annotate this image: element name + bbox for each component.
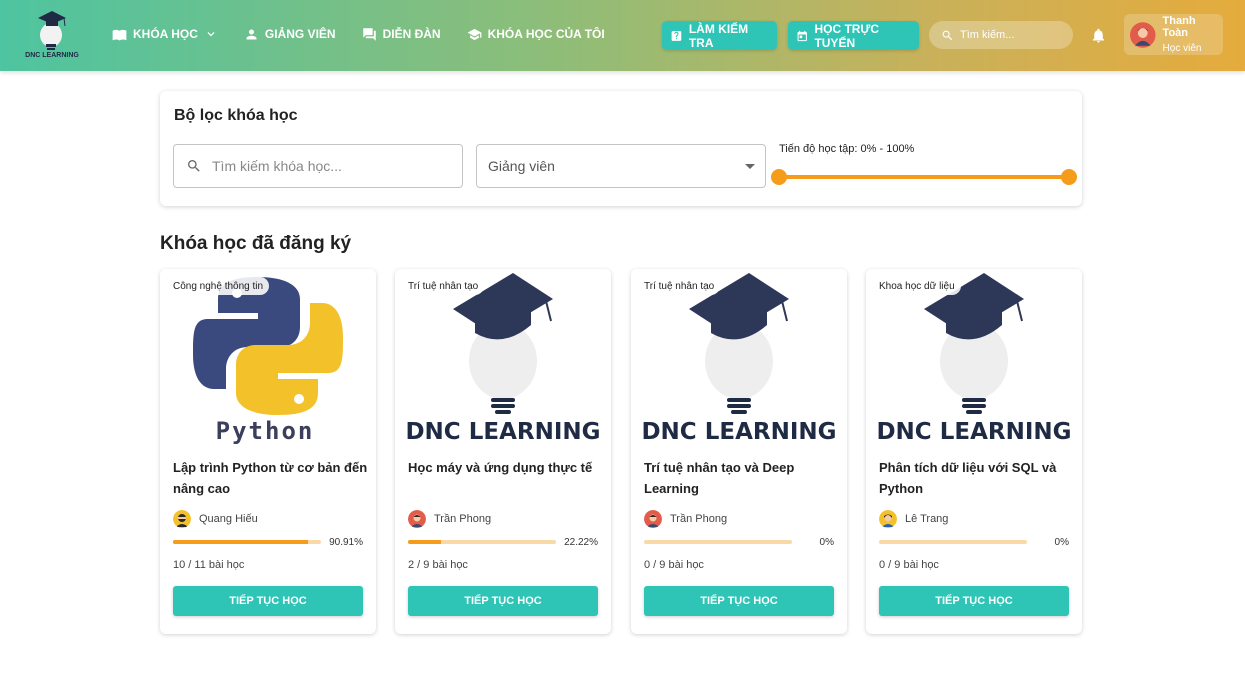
chevron-down-icon xyxy=(207,32,215,37)
lesson-count: 2 / 9 bài học xyxy=(408,559,468,571)
school-icon xyxy=(467,28,481,40)
course-search-input[interactable] xyxy=(212,158,452,174)
category-chip: Trí tuệ nhân tạo xyxy=(638,277,721,295)
nav-label: GIẢNG VIÊN xyxy=(264,27,336,41)
progress-range-track[interactable] xyxy=(779,175,1069,179)
nav-item-forum[interactable]: DIỄN ĐÀN xyxy=(362,24,441,44)
course-card[interactable]: DNC LEARNING Trí tuệ nhân tạo Học máy và… xyxy=(395,269,611,634)
instructor-select[interactable]: Giảng viên xyxy=(476,144,766,188)
nav-item-instructors[interactable]: GIẢNG VIÊN xyxy=(244,24,336,44)
course-image-text: DNC LEARNING xyxy=(641,419,836,445)
instructor-name: Trần Phong xyxy=(670,513,728,525)
continue-learning-button[interactable]: TIẾP TỤC HỌC xyxy=(408,586,598,616)
nav-label: KHÓA HỌC CỦA TÔI xyxy=(487,27,605,41)
instructor-name: Lê Trang xyxy=(905,513,949,525)
progress-percent: 0% xyxy=(1054,537,1069,548)
course-title[interactable]: Học máy và ứng dụng thực tế xyxy=(408,457,603,478)
instructor: Trần Phong xyxy=(644,510,727,528)
avatar xyxy=(1130,21,1156,48)
nav-label: DIỄN ĐÀN xyxy=(382,27,441,41)
user-name: Thanh Toàn xyxy=(1162,15,1196,39)
top-navbar: DNC LEARNING KHÓA HỌC GIẢNG VIÊN DIỄN ĐÀ… xyxy=(0,0,1245,71)
progress-percent: 22.22% xyxy=(564,537,598,548)
progress-bar xyxy=(173,540,321,544)
course-card[interactable]: Python Công nghệ thông tin Lập trình Pyt… xyxy=(160,269,376,634)
instructor: Trần Phong xyxy=(408,510,491,528)
progress-fill xyxy=(173,540,308,544)
course-filter-panel: Bộ lọc khóa học Giảng viên Tiến độ học t… xyxy=(160,91,1082,206)
course-image-text: DNC LEARNING xyxy=(405,419,600,445)
lesson-count: 0 / 9 bài học xyxy=(879,559,939,571)
instructor: Lê Trang xyxy=(879,510,948,528)
course-card[interactable]: DNC LEARNING Khoa học dữ liệu Phân tích … xyxy=(866,269,1082,634)
continue-learning-button[interactable]: TIẾP TỤC HỌC xyxy=(644,586,834,616)
section-title: Khóa học đã đăng ký xyxy=(160,233,352,254)
instructor: Quang Hiếu xyxy=(173,510,258,528)
quiz-button-label: LÀM KIỂM TRA xyxy=(688,21,749,50)
lesson-count: 10 / 11 bài học xyxy=(173,559,245,571)
header-search[interactable] xyxy=(929,21,1073,49)
course-card[interactable]: DNC LEARNING Trí tuệ nhân tạo Trí tuệ nh… xyxy=(631,269,847,634)
instructor-avatar xyxy=(173,510,191,528)
instructor-name: Trần Phong xyxy=(434,513,492,525)
continue-learning-button[interactable]: TIẾP TỤC HỌC xyxy=(879,586,1069,616)
nav-label: KHÓA HỌC xyxy=(133,27,198,41)
header-search-input[interactable] xyxy=(960,29,1060,41)
progress-percent: 90.91% xyxy=(329,537,363,548)
category-chip: Trí tuệ nhân tạo xyxy=(402,277,485,295)
lesson-count: 0 / 9 bài học xyxy=(644,559,704,571)
continue-learning-button[interactable]: TIẾP TỤC HỌC xyxy=(173,586,363,616)
instructor-avatar xyxy=(408,510,426,528)
course-search-field[interactable] xyxy=(173,144,463,188)
progress-bar xyxy=(408,540,556,544)
instructor-select-value: Giảng viên xyxy=(488,158,555,174)
logo-icon xyxy=(38,11,66,50)
course-title[interactable]: Phân tích dữ liệu với SQL và Python xyxy=(879,457,1074,499)
book-icon xyxy=(112,29,127,40)
notification-bell-icon[interactable] xyxy=(1090,27,1107,44)
progress-bar xyxy=(644,540,792,544)
search-icon xyxy=(188,160,200,172)
category-chip: Công nghệ thông tin xyxy=(167,277,270,295)
dnc-learning-logo-image: DNC LEARNING xyxy=(866,269,1082,449)
instructor-avatar xyxy=(644,510,662,528)
progress-range-max-thumb[interactable] xyxy=(1061,169,1077,185)
progress-percent: 0% xyxy=(819,537,834,548)
progress-range-label: Tiến độ học tập: 0% - 100% xyxy=(779,143,915,155)
progress-bar xyxy=(879,540,1027,544)
search-icon xyxy=(942,30,953,40)
main-nav: KHÓA HỌC GIẢNG VIÊN DIỄN ĐÀN KHÓA HỌC CỦ… xyxy=(112,24,631,44)
online-learning-button[interactable]: HỌC TRỰC TUYẾN xyxy=(788,21,919,50)
person-icon xyxy=(246,29,257,39)
quiz-icon xyxy=(671,30,682,41)
forum-icon xyxy=(362,27,376,41)
filter-title: Bộ lọc khóa học xyxy=(174,107,298,124)
nav-item-courses[interactable]: KHÓA HỌC xyxy=(112,24,218,44)
progress-range-min-thumb[interactable] xyxy=(771,169,787,185)
nav-item-my-courses[interactable]: KHÓA HỌC CỦA TÔI xyxy=(467,24,605,44)
instructor-avatar xyxy=(879,510,897,528)
instructor-name: Quang Hiếu xyxy=(199,513,258,525)
logo-text: DNC LEARNING xyxy=(25,52,79,59)
course-image-text: DNC LEARNING xyxy=(876,419,1071,445)
online-button-label: HỌC TRỰC TUYẾN xyxy=(814,21,880,50)
course-title[interactable]: Trí tuệ nhân tạo và Deep Learning xyxy=(644,457,839,499)
dropdown-arrow-icon xyxy=(745,164,755,169)
dnc-learning-logo-image: DNC LEARNING xyxy=(631,269,847,449)
python-logo-image: Python xyxy=(160,269,376,449)
quiz-button[interactable]: LÀM KIỂM TRA xyxy=(662,21,777,50)
course-title[interactable]: Lập trình Python từ cơ bản đến nâng cao xyxy=(173,457,368,499)
calendar-icon xyxy=(797,30,807,41)
user-menu[interactable]: Thanh Toàn Học viên xyxy=(1124,14,1223,55)
user-role: Học viên xyxy=(1162,43,1202,54)
category-chip: Khoa học dữ liệu xyxy=(873,277,961,295)
course-image-text: Python xyxy=(216,417,315,445)
dnc-learning-logo-image: DNC LEARNING xyxy=(395,269,611,449)
logo[interactable]: DNC LEARNING xyxy=(24,8,80,64)
progress-fill xyxy=(408,540,441,544)
